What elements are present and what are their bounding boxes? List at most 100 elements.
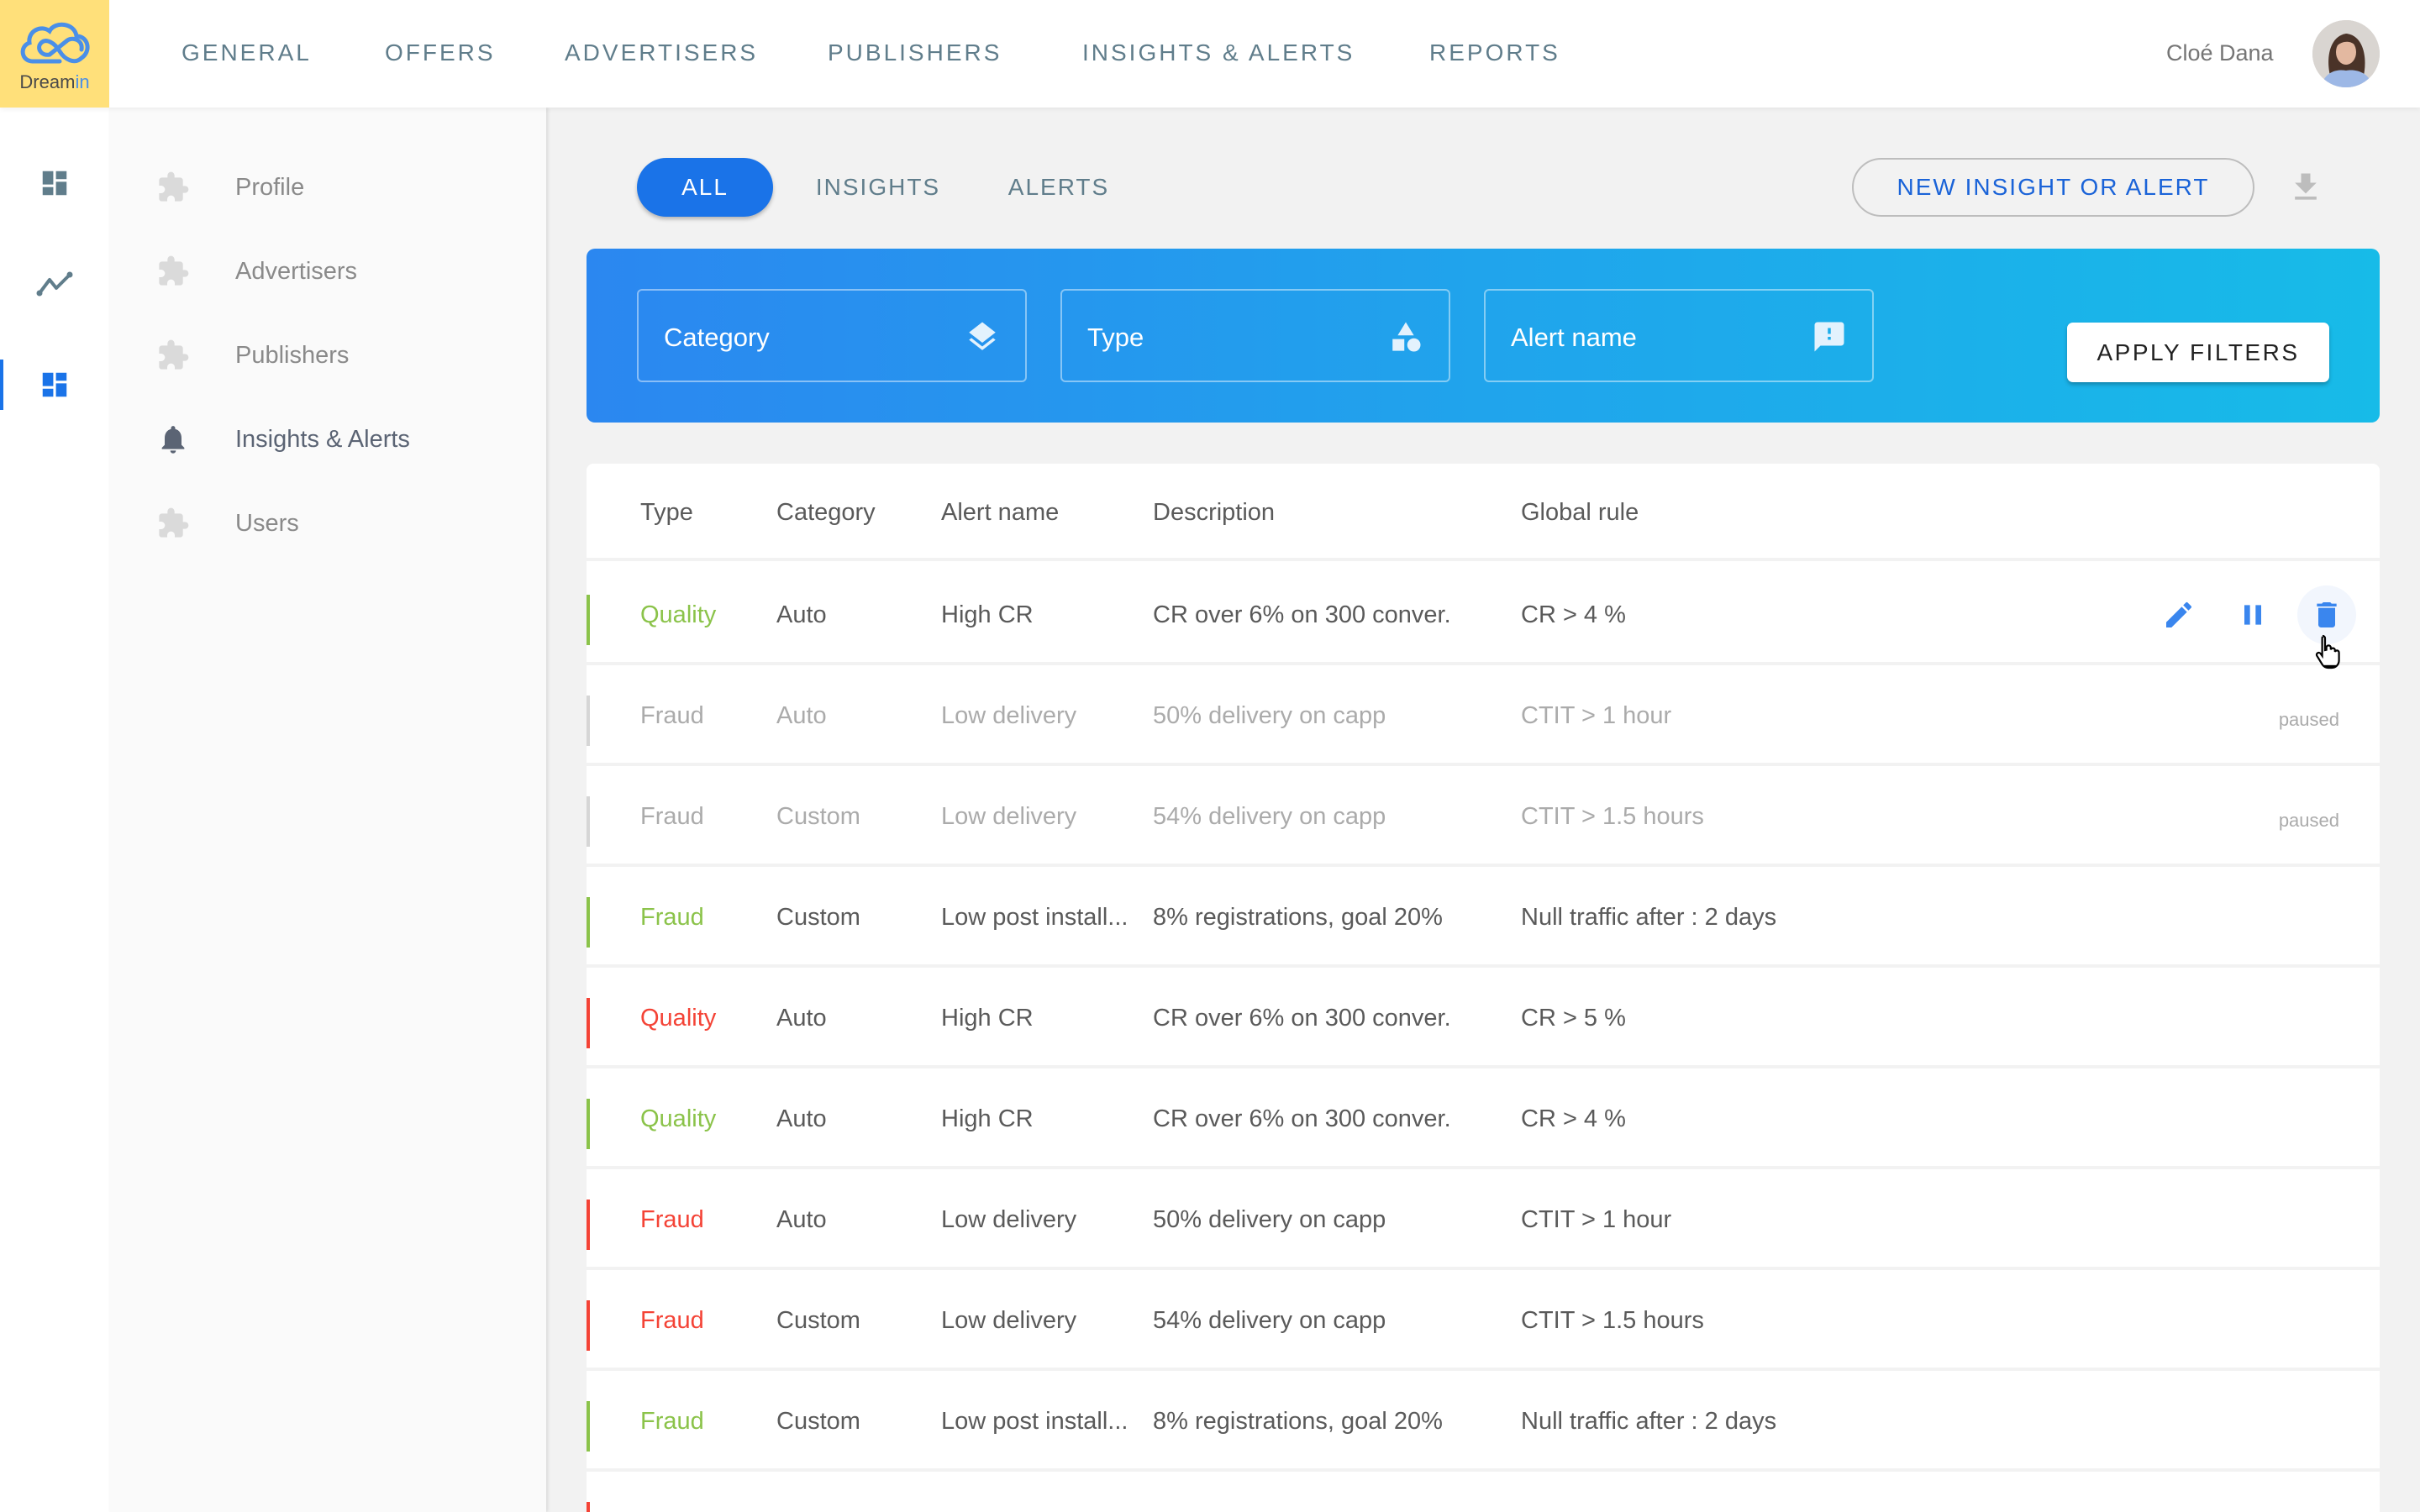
delete-icon [2317,602,2337,627]
cell-description: CR over 6% on 300 conver. [1153,1105,1451,1132]
table-row[interactable]: Quality Auto High CR CR over 6% on 300 conv… [587,564,2380,665]
row-status-indicator [587,696,590,746]
brand-name: Dreamin [19,71,90,92]
nav-advertisers[interactable]: ADVERTISERS [565,39,758,66]
cell-alert-name: Low delivery [941,803,1077,830]
filter-panel: Category Type Alert name APPLY FILTERS [587,249,2380,423]
apply-filters-button[interactable]: APPLY FILTERS [2067,323,2329,382]
category-filter[interactable]: Category [637,289,1027,382]
dashboard-icon [42,171,67,196]
cell-type: Quality [640,601,717,628]
new-insight-or-alert-button[interactable]: NEW INSIGHT OR ALERT [1852,158,2254,217]
row-status-indicator [587,998,590,1048]
cell-global-rule: CTIT > 1 hour [1521,702,1672,729]
nav-publishers[interactable]: PUBLISHERS [828,39,1002,66]
logo[interactable]: Dreamin [0,0,109,108]
submenu-item-publishers[interactable]: Publishers [109,322,546,389]
nav-general[interactable]: GENERAL [182,39,312,66]
cell-category: Auto [776,601,827,628]
submenu-item-profile[interactable]: Profile [109,154,546,221]
column-header-category[interactable]: Category [776,499,876,527]
cell-description: 8% registrations, goal 20% [1153,1408,1443,1435]
cell-alert-name: High CR [941,1105,1034,1132]
cell-global-rule: CTIT > 1.5 hours [1521,1307,1704,1334]
puzzle-icon [159,507,189,538]
table-row[interactable]: Fraud Custom Low post install... 8% registr… [587,867,2380,968]
status-badge: paused [2278,709,2339,730]
download-button[interactable] [2287,168,2324,207]
alerts-table: Type Category Alert name Description Glo… [587,464,2380,1512]
rail-item-dashboard[interactable] [0,154,109,213]
column-header-type[interactable]: Type [640,499,693,527]
alert-name-filter[interactable]: Alert name [1484,289,1874,382]
submenu-item-advertisers[interactable]: Advertisers [109,238,546,305]
cell-type: Quality [640,1105,717,1132]
rail-item-dashboard-active[interactable] [0,355,109,414]
cloud-infinity-icon [20,22,90,64]
table-row[interactable]: Quality Auto High CR CR over 6% on 300 conv… [587,1068,2380,1169]
edit-button[interactable] [2149,585,2208,644]
table-header: Type Category Alert name Description Glo… [587,464,2380,561]
column-header-alert-name[interactable]: Alert name [941,499,1059,527]
cell-global-rule: CR > 4 % [1521,601,1626,628]
submenu-item-users[interactable]: Users [109,490,546,557]
row-status-indicator [587,1502,590,1512]
cell-global-rule: Null traffic after : 2 days [1521,904,1777,931]
cell-type: Fraud [640,702,704,729]
alert-name-filter-label: Alert name [1511,323,1637,352]
row-status-indicator [587,1401,590,1452]
table-row[interactable]: Fraud Custom Low delivery 54% delivery on c… [587,766,2380,867]
table-row[interactable] [587,1472,2380,1512]
tab-alerts[interactable]: ALERTS [1000,158,1118,217]
cell-alert-name: Low delivery [941,1307,1077,1334]
user-name[interactable]: Cloé Dana [2166,40,2274,66]
cell-description: 8% registrations, goal 20% [1153,904,1443,931]
feedback-icon [1814,322,1844,352]
pause-icon [2244,605,2261,625]
nav-insights-alerts[interactable]: INSIGHTS & ALERTS [1082,39,1355,66]
cell-global-rule: CTIT > 1.5 hours [1521,803,1704,830]
row-status-indicator [587,1099,590,1149]
column-header-description[interactable]: Description [1153,499,1275,527]
row-status-indicator [587,1300,590,1351]
cell-category: Custom [776,803,860,830]
cell-alert-name: Low post install... [941,1408,1128,1435]
cell-alert-name: Low delivery [941,702,1077,729]
avatar[interactable] [2312,20,2380,87]
nav-offers[interactable]: OFFERS [385,39,496,66]
cell-type: Fraud [640,1408,704,1435]
submenu-label: Insights & Alerts [235,425,410,453]
tab-all[interactable]: ALL [637,158,773,217]
submenu: Profile Advertisers Publishers Insights … [109,108,546,1512]
table-row[interactable]: Fraud Custom Low delivery 54% delivery on c… [587,1270,2380,1371]
table-row[interactable]: Fraud Auto Low delivery 50% delivery on cap… [587,665,2380,766]
cell-type: Fraud [640,1307,704,1334]
rail-item-trends[interactable] [0,255,109,313]
type-filter[interactable]: Type [1060,289,1450,382]
cell-alert-name: Low post install... [941,904,1128,931]
shapes-icon [1392,322,1421,352]
row-status-indicator [587,897,590,948]
icon-rail [0,108,109,1512]
cell-type: Fraud [640,904,704,931]
submenu-label: Advertisers [235,257,358,285]
bell-icon [161,426,185,454]
cell-type: Quality [640,1005,717,1032]
submenu-label: Users [235,509,299,537]
nav-reports[interactable]: REPORTS [1429,39,1560,66]
cell-category: Auto [776,702,827,729]
type-filter-label: Type [1087,323,1144,352]
submenu-item-insights-alerts[interactable]: Insights & Alerts [109,406,546,473]
pause-button[interactable] [2223,585,2282,644]
table-row[interactable]: Fraud Custom Low post install... 8% registr… [587,1371,2380,1472]
column-header-global-rule[interactable]: Global rule [1521,499,1639,527]
cell-category: Auto [776,1105,827,1132]
table-row[interactable]: Fraud Auto Low delivery 50% delivery on cap… [587,1169,2380,1270]
cell-global-rule: CR > 5 % [1521,1005,1626,1032]
table-row[interactable]: Quality Auto High CR CR over 6% on 300 conv… [587,968,2380,1068]
submenu-label: Profile [235,173,305,201]
trending-icon [36,271,73,297]
cell-category: Custom [776,1307,860,1334]
puzzle-icon [159,255,189,286]
tab-insights[interactable]: INSIGHTS [807,158,950,217]
